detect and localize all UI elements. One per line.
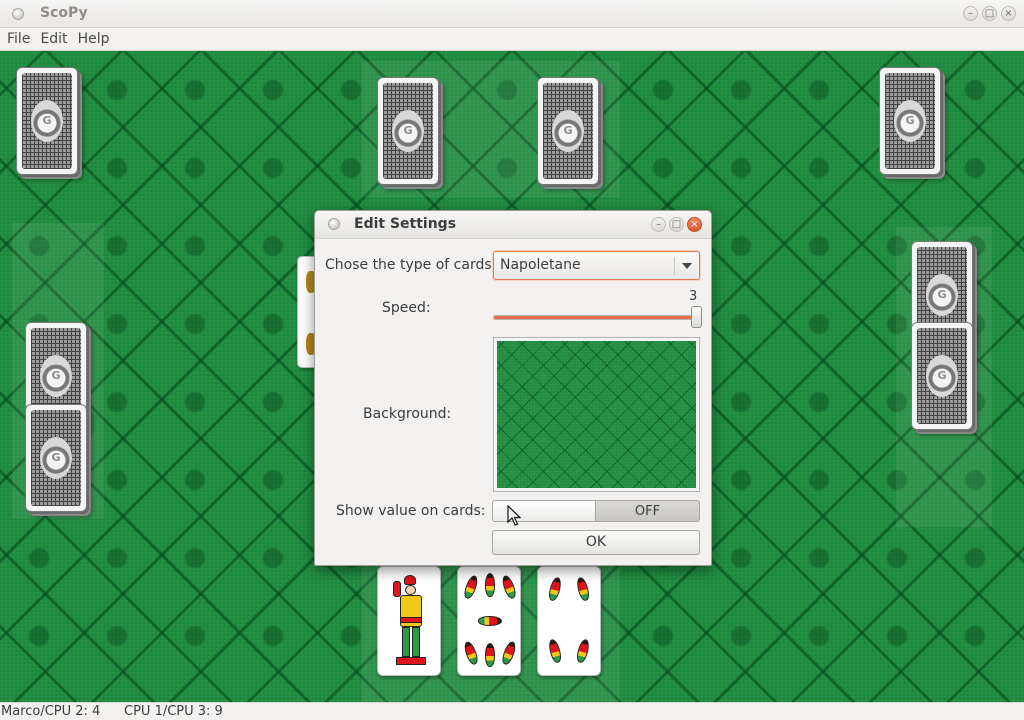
score-cpu1-cpu3: CPU 1/CPU 3: 9	[124, 704, 223, 719]
emblem-icon	[926, 355, 958, 397]
baton-icon	[575, 638, 591, 664]
emblem-icon	[926, 274, 958, 316]
close-button[interactable]: ×	[1001, 6, 1016, 21]
emblem-icon	[392, 110, 424, 152]
baton-icon	[485, 573, 495, 597]
window-controls: – □ ×	[963, 6, 1016, 21]
deck-pile-right[interactable]	[879, 67, 941, 175]
menu-bar: File Edit Help	[0, 28, 1024, 51]
card-type-dropdown[interactable]: Napoletane	[493, 251, 700, 280]
dialog-title-bar: Edit Settings – □ ×	[315, 211, 711, 239]
menu-help[interactable]: Help	[73, 31, 115, 47]
ok-button[interactable]: OK	[492, 530, 700, 555]
right-player-card	[911, 322, 973, 430]
hand-card-fante[interactable]	[377, 566, 441, 676]
baton-icon	[462, 640, 480, 666]
maximize-button[interactable]: □	[982, 6, 997, 21]
card-type-value: Napoletane	[500, 257, 581, 273]
window-title: ScoPy	[40, 5, 88, 21]
card-type-label: Chose the type of cards:	[325, 257, 497, 273]
dialog-maximize-button[interactable]: □	[669, 217, 684, 232]
deck-pile-left[interactable]	[16, 67, 78, 175]
background-label: Background:	[363, 406, 452, 422]
score-marco-cpu2: Marco/CPU 2: 4	[1, 704, 101, 719]
fante-figure-icon	[390, 575, 430, 669]
emblem-icon	[40, 437, 72, 479]
status-bar: Marco/CPU 2: 4 CPU 1/CPU 3: 9	[0, 702, 1024, 720]
dialog-window-controls: – □ ×	[651, 217, 702, 232]
opponent-card	[377, 77, 439, 185]
emblem-icon	[894, 100, 926, 142]
baton-icon	[575, 576, 591, 602]
dialog-minimize-button[interactable]: –	[651, 217, 666, 232]
toggle-state: OFF	[634, 504, 661, 519]
background-preview[interactable]	[493, 337, 700, 492]
menu-edit[interactable]: Edit	[35, 31, 72, 47]
dialog-title: Edit Settings	[354, 216, 457, 232]
left-player-card	[25, 404, 87, 512]
emblem-icon	[31, 100, 63, 142]
felt-pattern-image	[497, 341, 696, 488]
hand-card-bastoni[interactable]	[537, 566, 601, 676]
baton-icon	[500, 574, 518, 600]
show-value-label: Show value on cards:	[336, 503, 486, 519]
speed-value: 3	[689, 289, 698, 304]
dropdown-separator	[674, 257, 675, 275]
speed-slider[interactable]	[493, 306, 702, 328]
baton-icon	[478, 616, 502, 626]
dialog-close-button[interactable]: ×	[687, 217, 702, 232]
speed-label: Speed:	[382, 300, 431, 316]
baton-icon	[500, 640, 518, 666]
speed-slider-knob[interactable]	[691, 306, 702, 328]
emblem-icon	[40, 355, 72, 397]
menu-file[interactable]: File	[2, 31, 35, 47]
show-value-toggle[interactable]: OFF	[492, 500, 700, 522]
speed-slider-fill	[494, 316, 699, 319]
minimize-button[interactable]: –	[963, 6, 978, 21]
baton-icon	[485, 643, 495, 667]
chevron-down-icon	[682, 263, 692, 269]
emblem-icon	[552, 110, 584, 152]
opponent-card	[537, 77, 599, 185]
title-bar: ScoPy – □ ×	[0, 0, 1024, 28]
dialog-app-icon	[328, 218, 340, 230]
baton-icon	[462, 574, 480, 600]
mouse-cursor-icon	[507, 505, 521, 526]
app-icon	[12, 8, 24, 20]
hand-card-bastoni[interactable]	[457, 566, 521, 676]
baton-icon	[547, 638, 563, 664]
baton-icon	[547, 576, 563, 602]
